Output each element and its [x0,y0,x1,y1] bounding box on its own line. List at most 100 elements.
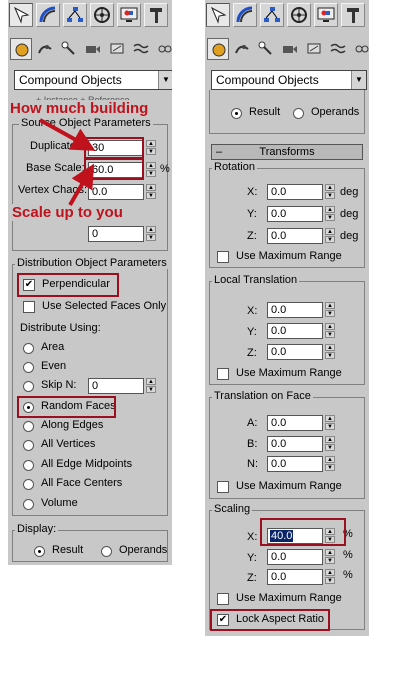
scaling-title: Scaling [212,503,253,515]
helpers-button[interactable] [303,38,325,60]
spinner-arrows-icon[interactable]: ▲ ▼ [325,415,335,431]
rotation-z-input[interactable]: 0.0 [267,228,323,244]
spinner-arrows-icon[interactable]: ▲ ▼ [325,184,335,200]
spinner-arrows-icon[interactable]: ▲ ▼ [325,206,335,222]
geometry-button[interactable] [207,38,229,60]
shapes-button[interactable] [231,38,253,60]
transforms-title: Transforms [259,146,315,158]
scaling-x-label: X: [247,531,258,543]
local-use-max-label: Use Maximum Range [236,367,342,379]
rotation-z-label: Z: [247,230,257,242]
motion-wheel-icon [291,7,307,23]
checkbox-empty-icon [217,251,229,263]
face-n-input[interactable]: 0.0 [267,456,323,472]
checkbox-empty-icon [217,593,229,605]
face-b-spinner[interactable]: 0.0 ▲ ▼ [267,436,335,452]
scaling-y-label: Y: [247,552,257,564]
local-translation-title: Local Translation [212,274,300,286]
face-a-input[interactable]: 0.0 [267,415,323,431]
helpers-icon [307,43,321,54]
lock-aspect-highlight [210,609,330,631]
create-category-row [205,36,369,64]
spinner-arrows-icon[interactable]: ▲ ▼ [325,569,335,585]
display-monitor-icon [317,7,335,22]
lights-button[interactable] [255,38,277,60]
face-a-spinner[interactable]: 0.0 ▲ ▼ [267,415,335,431]
spinner-arrows-icon[interactable]: ▲ ▼ [325,344,335,360]
command-panel-tabs [205,0,369,30]
scaling-x-highlight [260,518,346,546]
geometry-sphere-icon [212,43,226,57]
local-y-spinner[interactable]: 0.0 ▲ ▼ [267,323,335,339]
radio-on-icon [231,108,242,119]
scaling-y-spinner[interactable]: 0.0 ▲ ▼ [267,549,335,565]
face-b-label: B: [247,438,258,450]
face-a-label: A: [247,417,258,429]
hierarchy-icon [264,7,280,22]
face-b-input[interactable]: 0.0 [267,436,323,452]
local-z-spinner[interactable]: 0.0 ▲ ▼ [267,344,335,360]
checkbox-empty-icon [217,481,229,493]
utilities-hammer-icon [347,8,359,23]
spacewarps-wave-icon [330,43,346,54]
rotation-use-max-label: Use Maximum Range [236,250,342,262]
object-type-dropdown[interactable]: Compound Objects ▼ [211,70,367,90]
lights-icon [258,41,272,55]
scaling-z-unit: % [343,569,353,581]
utilities-tab[interactable] [341,3,365,27]
scaling-z-spinner[interactable]: 0.0 ▲ ▼ [267,569,335,585]
scaling-use-max-label: Use Maximum Range [236,592,342,604]
spinner-arrows-icon[interactable]: ▲ ▼ [325,436,335,452]
spinner-arrows-icon[interactable]: ▲ ▼ [325,456,335,472]
local-y-input[interactable]: 0.0 [267,323,323,339]
scaling-y-unit: % [343,549,353,561]
modify-rainbow-icon [236,6,253,23]
rotation-title: Rotation [212,161,257,173]
systems-icon [355,45,369,53]
rotation-z-spinner[interactable]: 0.0 ▲ ▼ [267,228,335,244]
spinner-arrows-icon[interactable]: ▲ ▼ [325,549,335,565]
chevron-down-icon: ▼ [351,71,366,89]
modify-tab[interactable] [233,3,257,27]
face-n-spinner[interactable]: 0.0 ▲ ▼ [267,456,335,472]
rotation-z-unit: deg [340,230,359,242]
shapes-icon [235,45,249,54]
spinner-arrows-icon[interactable]: ▲ ▼ [325,302,335,318]
face-use-max-label: Use Maximum Range [236,480,342,492]
collapse-minus-icon: – [216,146,223,158]
create-icon [210,6,227,24]
scaling-y-input[interactable]: 0.0 [267,549,323,565]
local-x-spinner[interactable]: 0.0 ▲ ▼ [267,302,335,318]
rotation-y-label: Y: [247,208,257,220]
rotation-x-spinner[interactable]: 0.0 ▲ ▼ [267,184,335,200]
hierarchy-tab[interactable] [260,3,284,27]
local-z-label: Z: [247,347,257,359]
translation-on-face-title: Translation on Face [212,390,313,402]
rotation-x-unit: deg [340,186,359,198]
spinner-arrows-icon[interactable]: ▲ ▼ [325,228,335,244]
cameras-icon [283,46,297,53]
rotation-x-input[interactable]: 0.0 [267,184,323,200]
local-z-input[interactable]: 0.0 [267,344,323,360]
local-x-label: X: [247,305,258,317]
face-n-label: N: [247,458,258,470]
checkbox-empty-icon [217,368,229,380]
spinner-arrows-icon[interactable]: ▲ ▼ [325,323,335,339]
display-tab[interactable] [314,3,338,27]
local-x-input[interactable]: 0.0 [267,302,323,318]
systems-button[interactable] [351,38,369,60]
transforms-rollout-header[interactable]: – Transforms [211,144,363,160]
motion-tab[interactable] [287,3,311,27]
cameras-button[interactable] [279,38,301,60]
scaling-z-label: Z: [247,572,257,584]
rotation-x-label: X: [247,186,258,198]
create-tab[interactable] [206,3,230,27]
spacewarps-button[interactable] [327,38,349,60]
radio-off-icon [293,108,304,119]
rotation-y-input[interactable]: 0.0 [267,206,323,222]
rotation-y-spinner[interactable]: 0.0 ▲ ▼ [267,206,335,222]
operands-label: Operands [311,106,360,118]
scaling-z-input[interactable]: 0.0 [267,569,323,585]
object-type-value: Compound Objects [216,73,319,87]
result-label: Result [249,106,281,118]
